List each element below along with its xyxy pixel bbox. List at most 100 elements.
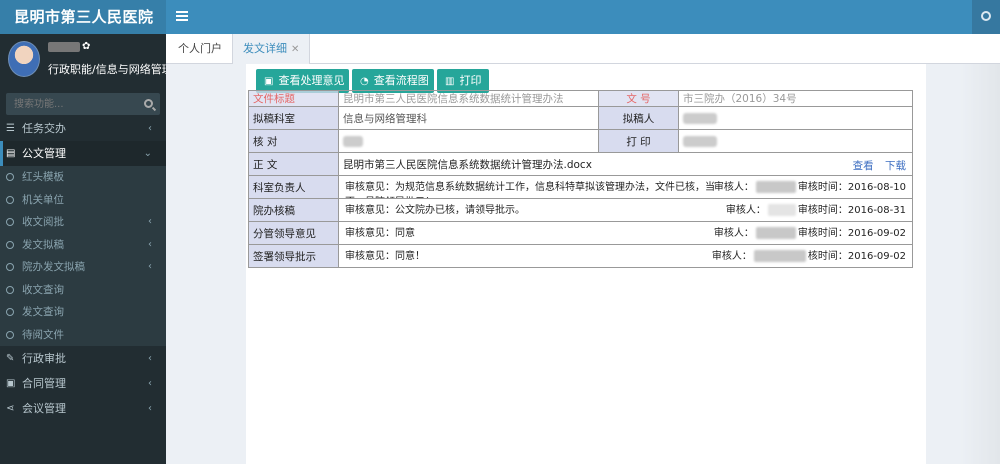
tab-document-detail[interactable]: 发文详细 ✕: [232, 34, 311, 64]
redacted-name: [753, 250, 806, 262]
redacted-name: [343, 135, 363, 147]
submenu-item-draft[interactable]: 发文拟稿 ‹: [0, 234, 166, 257]
time-label: 审核时间：: [797, 228, 848, 239]
circle-icon: [6, 263, 14, 271]
main-content: ▣ 查看处理意见 ◔ 查看流程图 ▥ 打印 文件标题 昆明市第三人民医院信息系统数据统…: [166, 64, 1000, 464]
check-value: [338, 129, 599, 153]
sidebar-search: [6, 93, 160, 115]
redacted-name: [755, 181, 796, 193]
opinion-text: 审核意见：公文院办已核，请领导批示。: [345, 205, 525, 216]
close-icon[interactable]: ✕: [291, 44, 299, 55]
file-actions: 查看 下载: [845, 158, 906, 173]
review-time: 2016-08-31: [847, 205, 906, 216]
file-icon: ▤: [6, 148, 16, 159]
chevron-left-icon: ‹: [148, 216, 152, 227]
user-panel: ✿ 行政职能/信息与网络管理科: [0, 34, 184, 88]
view-file-link[interactable]: 查看: [853, 160, 874, 172]
sidebar-item-approval[interactable]: ✎ 行政审批 ‹: [0, 346, 166, 371]
opinion-role: 科室负责人: [248, 175, 339, 199]
download-file-link[interactable]: 下载: [885, 160, 906, 172]
reviewer-label: 审核人：: [713, 228, 754, 239]
circle-icon: [6, 218, 14, 226]
submenu-label: 院办发文拟稿: [22, 261, 85, 273]
time-label: 核时间：: [807, 251, 848, 262]
redacted-name: [683, 135, 717, 147]
tab-bar: 个人门户 发文详细 ✕: [166, 34, 1000, 64]
opinion-cell: 审核意见：同意！ 审核人： 核时间：2016-09-02: [338, 244, 913, 268]
list-icon: ☰: [6, 123, 15, 134]
opinion-role: 分管领导意见: [248, 221, 339, 245]
app-title[interactable]: 昆明市第三人民医院: [0, 0, 166, 34]
gear-icon[interactable]: ✿: [82, 41, 90, 52]
sidebar-item-label: 会议管理: [22, 402, 66, 415]
table-row: 分管领导意见 审核意见：同意 审核人： 审核时间：2016-09-02: [248, 221, 913, 245]
circle-icon: [6, 330, 14, 339]
circle-icon: [6, 308, 14, 316]
sidebar-item-label: 行政审批: [22, 352, 66, 365]
rss-icon: ◔: [360, 76, 369, 87]
sidebar-item-meeting[interactable]: ⋖ 会议管理 ‹: [0, 396, 166, 421]
review-time: 2016-09-02: [847, 228, 906, 239]
print-label: 打 印: [598, 129, 679, 153]
opinion-text: 审核意见：同意！: [345, 251, 425, 262]
opinion-role: 签署领导批示: [248, 244, 339, 268]
hamburger-menu-icon[interactable]: [176, 9, 188, 23]
sidebar-item-label: 合同管理: [22, 377, 66, 390]
submenu-item-receive[interactable]: 收文阅批 ‹: [0, 211, 166, 234]
sidebar-nav: ☰ 任务交办 ‹ ▤ 公文管理 ⌄ 红头模板 机关单位 收文阅批 ‹ 发文拟稿 …: [0, 116, 166, 421]
submenu-item-send-query[interactable]: 发文查询: [0, 301, 166, 324]
submenu-label: 收文查询: [22, 283, 64, 296]
redacted-name: [755, 227, 796, 239]
dept-label: 拟稿科室: [248, 106, 339, 130]
button-label: 打印: [459, 74, 482, 87]
search-input[interactable]: [6, 93, 136, 115]
chevron-left-icon: ‹: [148, 353, 152, 364]
sidebar-item-task[interactable]: ☰ 任务交办 ‹: [0, 116, 166, 141]
submenu-label: 发文拟稿: [22, 238, 64, 251]
table-row: 文件标题 昆明市第三人民医院信息系统数据统计管理办法 文 号 市三院办（2016…: [248, 90, 913, 107]
button-label: 查看处理意见: [278, 74, 345, 87]
circle-icon: [981, 11, 991, 21]
docno-value: 市三院办（2016）34号: [678, 90, 913, 107]
circle-icon: [6, 195, 14, 204]
submenu-label: 待阅文件: [22, 328, 64, 341]
redacted-name: [767, 204, 796, 216]
reviewer-label: 审核人：: [711, 251, 752, 262]
search-icon[interactable]: [144, 99, 153, 108]
chevron-down-icon: ⌄: [143, 148, 152, 159]
document-detail-table: 文件标题 昆明市第三人民医院信息系统数据统计管理办法 文 号 市三院办（2016…: [248, 90, 913, 268]
submenu-item-template[interactable]: 红头模板: [0, 166, 166, 189]
chevron-left-icon: ‹: [148, 403, 152, 414]
chevron-left-icon: ‹: [148, 238, 152, 250]
share-icon: ⋖: [6, 403, 15, 414]
user-department: 行政职能/信息与网络管理科: [48, 63, 184, 76]
sidebar-item-contract[interactable]: ▣ 合同管理 ‹: [0, 371, 166, 396]
submenu-item-pending[interactable]: 待阅文件: [0, 324, 166, 347]
check-label: 核 对: [248, 129, 339, 153]
sidebar-item-document[interactable]: ▤ 公文管理 ⌄: [0, 141, 166, 166]
print-value: [678, 129, 913, 153]
body-label: 正 文: [248, 152, 339, 176]
submenu-item-office-draft[interactable]: 院办发文拟稿 ‹: [0, 256, 166, 279]
opinion-meta: 审核人： 审核时间：2016-08-10: [714, 180, 906, 195]
briefcase-icon: ▣: [6, 378, 16, 389]
chevron-left-icon: ‹: [148, 261, 152, 272]
opinion-meta: 审核人： 审核时间：2016-09-02: [714, 226, 906, 241]
table-row: 签署领导批示 审核意见：同意！ 审核人： 核时间：2016-09-02: [248, 244, 913, 268]
body-file-name: 昆明市第三人民医院信息系统数据统计管理办法.docx: [343, 158, 592, 171]
settings-toggle[interactable]: [972, 0, 1000, 34]
sidebar: ✿ 行政职能/信息与网络管理科 ☰ 任务交办 ‹ ▤ 公文管理 ⌄ 红头模板 机…: [0, 34, 184, 464]
table-row: 院办核稿 审核意见：公文院办已核，请领导批示。 审核人： 审核时间：2016-08…: [248, 198, 913, 222]
submenu-label: 红头模板: [22, 171, 64, 183]
submenu-item-receive-query[interactable]: 收文查询: [0, 279, 166, 302]
table-row: 科室负责人 审核意见：为规范信息系统数据统计工作，信息科特草拟该管理办法，文件已…: [248, 175, 913, 199]
user-name-redacted: [48, 42, 80, 52]
submenu-label: 发文查询: [22, 306, 64, 318]
circle-icon: [6, 173, 14, 181]
opinion-text: 审核意见：为规范信息系统数据统计工作，信息科特草拟该管理办法，文件已核，当否，呈…: [345, 182, 715, 198]
tab-label: 发文详细: [243, 42, 287, 55]
review-time: 2016-09-02: [847, 251, 906, 262]
tab-portal[interactable]: 个人门户: [168, 34, 232, 64]
submenu-item-units[interactable]: 机关单位: [0, 189, 166, 212]
reviewer-label: 审核人：: [713, 182, 754, 193]
